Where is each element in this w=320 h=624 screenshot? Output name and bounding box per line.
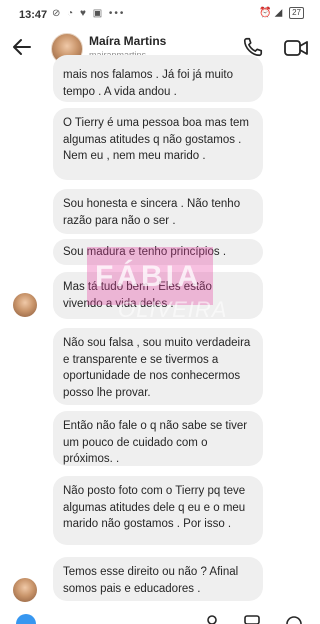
- message-text: Não sou falsa , sou muito verdadeira e t…: [63, 337, 251, 399]
- status-time: 13:47: [19, 9, 48, 21]
- watermark-subtitle: OLIVEIRA: [118, 297, 228, 322]
- back-arrow-icon[interactable]: [10, 35, 34, 59]
- message-bubble[interactable]: Sou honesta e sincera . Não tenho razão …: [53, 189, 263, 234]
- message-text: Não posto foto com o Tierry pq teve algu…: [63, 485, 246, 530]
- camera-icon[interactable]: [16, 612, 36, 624]
- sender-avatar[interactable]: [13, 578, 37, 602]
- message-text: Sou honesta e sincera . Não tenho razão …: [63, 198, 241, 227]
- notification-icons: ⊘ ◔ ♥ ▣ •••: [52, 8, 126, 19]
- gallery-icon[interactable]: [242, 612, 262, 624]
- message-text: O Tierry é uma pessoa boa mas tem alguma…: [63, 117, 249, 162]
- message-bubble[interactable]: mais nos falamos . Já foi já muito tempo…: [53, 55, 263, 102]
- message-bubble[interactable]: Temos esse direito ou não ? Afinal somos…: [53, 557, 263, 601]
- alarm-wifi-icons: ⏰ ◢: [259, 7, 283, 19]
- message-bubble[interactable]: Não posto foto com o Tierry pq teve algu…: [53, 476, 263, 545]
- microphone-icon[interactable]: [202, 612, 222, 624]
- sticker-icon[interactable]: [284, 612, 304, 624]
- message-text: mais nos falamos . Já foi já muito tempo…: [63, 69, 234, 98]
- system-icons: ⏰ ◢ 27: [259, 7, 304, 19]
- sender-avatar[interactable]: [13, 293, 37, 317]
- message-text: Temos esse direito ou não ? Afinal somos…: [63, 566, 239, 595]
- contact-name[interactable]: Maíra Martins: [89, 34, 166, 48]
- watermark-title: FÁBIA: [95, 260, 202, 293]
- message-bubble[interactable]: Não sou falsa , sou muito verdadeira e t…: [53, 328, 263, 405]
- message-text: Então não fale o q não sabe se tiver um …: [63, 420, 248, 465]
- status-bar: 13:47 ⊘ ◔ ♥ ▣ ••• ⏰ ◢ 27: [0, 0, 318, 30]
- message-bubble[interactable]: Então não fale o q não sabe se tiver um …: [53, 411, 263, 466]
- video-call-icon[interactable]: [283, 37, 309, 59]
- battery-icon: 27: [289, 7, 304, 19]
- message-bubble[interactable]: O Tierry é uma pessoa boa mas tem alguma…: [53, 108, 263, 180]
